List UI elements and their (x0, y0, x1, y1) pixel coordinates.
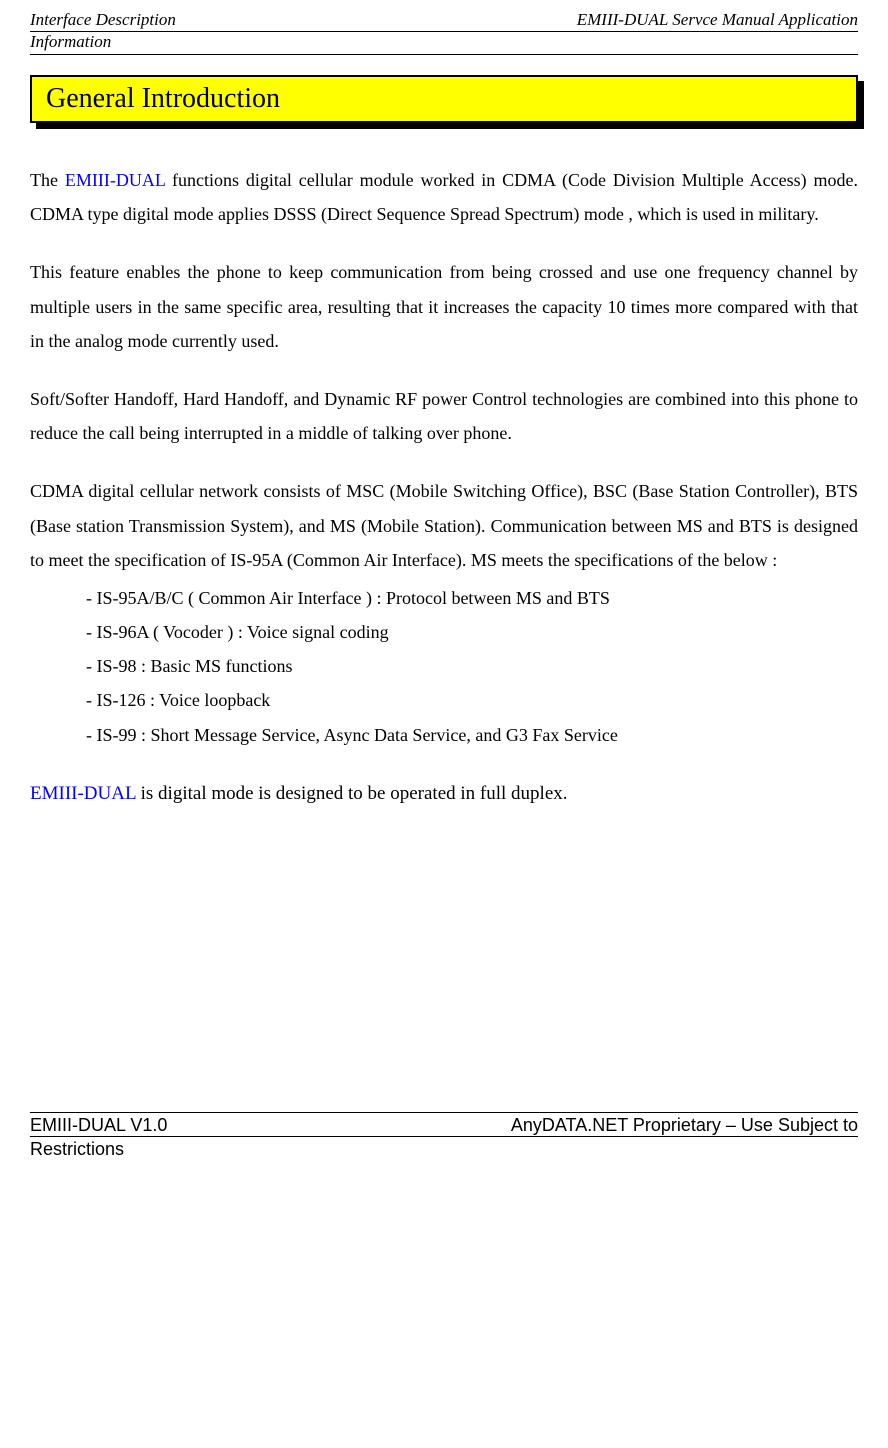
header-left: Interface Description (30, 10, 176, 30)
footer-sub: Restrictions (30, 1136, 858, 1160)
paragraph-3: Soft/Softer Handoff, Hard Handoff, and D… (30, 382, 858, 450)
para5-product-name: EMIII-DUAL (30, 783, 136, 804)
spec-item: - IS-126 : Voice loopback (86, 683, 858, 717)
paragraph-2: This feature enables the phone to keep c… (30, 255, 858, 358)
section-title: General Introduction (46, 83, 280, 115)
section-title-box: General Introduction (30, 75, 858, 123)
footer-right: AnyDATA.NET Proprietary – Use Subject to (511, 1115, 858, 1136)
spec-item: - IS-95A/B/C ( Common Air Interface ) : … (86, 581, 858, 615)
spec-list: - IS-95A/B/C ( Common Air Interface ) : … (30, 581, 858, 752)
para5-post: is digital mode is designed to be operat… (136, 783, 568, 804)
header-right: EMIII-DUAL Servce Manual Application (577, 10, 858, 30)
footer-left: EMIII-DUAL V1.0 (30, 1115, 167, 1136)
paragraph-5: EMIII-DUAL is digital mode is designed t… (30, 776, 858, 812)
spec-item: - IS-96A ( Vocoder ) : Voice signal codi… (86, 615, 858, 649)
page-header: Interface Description EMIII-DUAL Servce … (30, 10, 858, 32)
para1-pre: The (30, 170, 65, 190)
page-footer: EMIII-DUAL V1.0 AnyDATA.NET Proprietary … (30, 1112, 858, 1136)
header-sub: Information (30, 32, 858, 55)
paragraph-1: The EMIII-DUAL functions digital cellula… (30, 163, 858, 231)
spec-item: - IS-98 : Basic MS functions (86, 649, 858, 683)
paragraph-4: CDMA digital cellular network consists o… (30, 474, 858, 577)
para1-product-name: EMIII-DUAL (65, 170, 165, 190)
spec-item: - IS-99 : Short Message Service, Async D… (86, 718, 858, 752)
